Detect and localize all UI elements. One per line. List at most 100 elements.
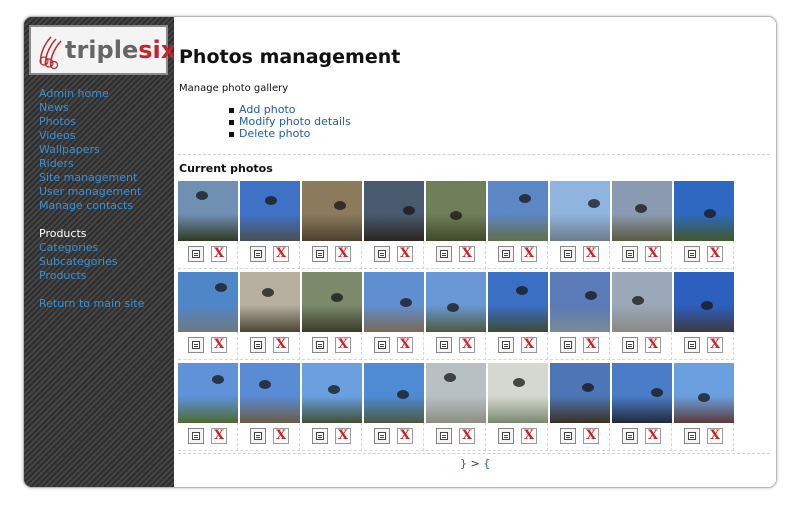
photo-thumbnail[interactable] [674,363,734,423]
edit-photo-icon[interactable] [560,337,576,353]
delete-photo-icon[interactable]: X [335,337,351,353]
nav-subcategories[interactable]: Subcategories [39,255,144,269]
edit-photo-icon[interactable] [684,337,700,353]
nav-user-management[interactable]: User management [39,185,144,199]
nav-riders[interactable]: Riders [39,157,144,171]
photo-thumbnail[interactable] [550,181,610,241]
edit-photo-icon[interactable] [684,428,700,444]
edit-photo-icon[interactable] [374,246,390,262]
delete-photo-icon[interactable]: X [459,428,475,444]
delete-photo-icon[interactable]: X [211,337,227,353]
edit-photo-icon[interactable] [560,428,576,444]
edit-photo-icon[interactable] [250,337,266,353]
delete-photo-icon[interactable]: X [335,428,351,444]
delete-photo-icon[interactable]: X [583,246,599,262]
photo-thumbnail[interactable] [488,181,548,241]
edit-photo-icon[interactable] [188,428,204,444]
nav-news[interactable]: News [39,101,144,115]
edit-photo-icon[interactable] [250,428,266,444]
photo-thumbnail[interactable] [612,181,672,241]
delete-photo-icon[interactable]: X [397,337,413,353]
photo-thumbnail[interactable] [302,181,362,241]
photo-thumbnail[interactable] [426,363,486,423]
photo-thumbnail[interactable] [364,181,424,241]
delete-photo-icon[interactable]: X [397,428,413,444]
nav-photos[interactable]: Photos [39,115,144,129]
delete-photo-icon[interactable]: X [459,337,475,353]
photo-thumbnail[interactable] [364,272,424,332]
nav-admin-home[interactable]: Admin home [39,87,144,101]
photo-buttons: X [622,428,666,446]
photo-thumbnail[interactable] [488,363,548,423]
edit-photo-icon[interactable] [188,246,204,262]
delete-photo-icon[interactable]: X [707,428,723,444]
photo-thumbnail[interactable] [178,363,238,423]
nav-manage-contacts[interactable]: Manage contacts [39,199,144,213]
edit-photo-icon[interactable] [622,246,638,262]
nav-wallpapers[interactable]: Wallpapers [39,143,144,157]
delete-photo-icon[interactable]: X [397,246,413,262]
photo-thumbnail[interactable] [674,181,734,241]
photo-thumbnail[interactable] [240,181,300,241]
delete-photo-icon[interactable]: X [707,337,723,353]
delete-photo-icon[interactable]: X [645,337,661,353]
photo-thumbnail[interactable] [240,363,300,423]
delete-photo-link[interactable]: Delete photo [239,127,310,140]
edit-photo-icon[interactable] [622,428,638,444]
delete-photo-icon[interactable]: X [583,428,599,444]
nav-return-to-main-site[interactable]: Return to main site [39,297,144,311]
triplesix-logo[interactable]: triplesix [29,25,176,75]
edit-photo-icon[interactable] [498,246,514,262]
delete-photo-icon[interactable]: X [335,246,351,262]
photo-thumbnail[interactable] [426,181,486,241]
photo-thumbnail[interactable] [426,272,486,332]
edit-photo-icon[interactable] [684,246,700,262]
delete-photo-icon[interactable]: X [707,246,723,262]
delete-photo-icon[interactable]: X [521,428,537,444]
edit-photo-icon[interactable] [250,246,266,262]
delete-photo-icon[interactable]: X [211,428,227,444]
photo-thumbnail[interactable] [302,272,362,332]
edit-photo-icon[interactable] [560,246,576,262]
delete-photo-icon[interactable]: X [459,246,475,262]
delete-photo-icon[interactable]: X [273,246,289,262]
delete-photo-icon[interactable]: X [645,428,661,444]
photo-thumbnail[interactable] [364,363,424,423]
delete-photo-icon[interactable]: X [273,428,289,444]
photo-thumbnail[interactable] [488,272,548,332]
edit-photo-icon[interactable] [436,428,452,444]
delete-photo-icon[interactable]: X [521,337,537,353]
delete-photo-icon[interactable]: X [583,337,599,353]
photo-thumbnail[interactable] [550,363,610,423]
photo-thumbnail[interactable] [178,272,238,332]
edit-photo-icon[interactable] [622,337,638,353]
delete-photo-icon[interactable]: X [211,246,227,262]
photo-thumbnail[interactable] [178,181,238,241]
edit-photo-icon[interactable] [312,428,328,444]
edit-photo-icon[interactable] [374,337,390,353]
edit-photo-icon[interactable] [312,337,328,353]
nav-site-management[interactable]: Site management [39,171,144,185]
photo-thumbnail[interactable] [612,363,672,423]
photo-thumbnail[interactable] [550,272,610,332]
photo-thumbnail[interactable] [674,272,734,332]
edit-photo-icon[interactable] [436,246,452,262]
delete-photo-icon[interactable]: X [645,246,661,262]
edit-photo-icon[interactable] [188,337,204,353]
admin-window: triplesix Admin home News Photos Videos … [23,16,777,488]
pager-prev-link[interactable]: } [460,457,467,470]
pager-next-link[interactable]: { [483,457,490,470]
edit-photo-icon[interactable] [498,428,514,444]
delete-photo-icon[interactable]: X [521,246,537,262]
edit-photo-icon[interactable] [436,337,452,353]
delete-photo-icon[interactable]: X [273,337,289,353]
photo-thumbnail[interactable] [612,272,672,332]
nav-videos[interactable]: Videos [39,129,144,143]
edit-photo-icon[interactable] [374,428,390,444]
photo-thumbnail[interactable] [240,272,300,332]
edit-photo-icon[interactable] [312,246,328,262]
photo-thumbnail[interactable] [302,363,362,423]
nav-categories[interactable]: Categories [39,241,144,255]
edit-photo-icon[interactable] [498,337,514,353]
nav-products[interactable]: Products [39,269,144,283]
